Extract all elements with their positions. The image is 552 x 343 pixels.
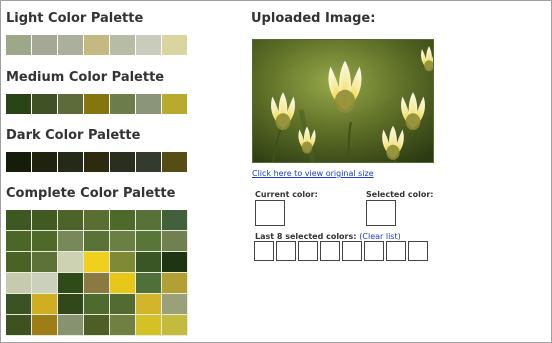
complete-palette-swatch[interactable] bbox=[32, 273, 58, 294]
dark-palette-section: Dark Color Palette bbox=[6, 128, 188, 172]
light-palette-swatch[interactable] bbox=[58, 35, 84, 55]
recent-color-slot[interactable] bbox=[298, 241, 318, 261]
complete-palette-swatch[interactable] bbox=[58, 294, 84, 315]
last-selected-colors-label: Last 8 selected colors: (Clear list) bbox=[255, 232, 401, 241]
complete-palette-swatch[interactable] bbox=[110, 252, 136, 273]
complete-palette-swatch[interactable] bbox=[162, 210, 188, 231]
selected-color-box bbox=[366, 200, 396, 226]
complete-palette-swatch[interactable] bbox=[162, 273, 188, 294]
light-palette-swatch[interactable] bbox=[162, 35, 188, 55]
dark-palette-swatch[interactable] bbox=[84, 152, 110, 172]
recent-color-slot[interactable] bbox=[386, 241, 406, 261]
medium-palette-swatch[interactable] bbox=[84, 94, 110, 114]
medium-palette-swatch[interactable] bbox=[162, 94, 188, 114]
complete-palette-swatch[interactable] bbox=[84, 231, 110, 252]
medium-palette-title: Medium Color Palette bbox=[6, 70, 165, 85]
complete-palette-swatch[interactable] bbox=[58, 315, 84, 336]
complete-palette-swatch[interactable] bbox=[6, 252, 32, 273]
complete-palette-swatch[interactable] bbox=[136, 273, 162, 294]
complete-palette-swatch[interactable] bbox=[162, 294, 188, 315]
recent-color-slot[interactable] bbox=[364, 241, 384, 261]
complete-palette-swatch[interactable] bbox=[32, 294, 58, 315]
complete-palette-swatch[interactable] bbox=[110, 294, 136, 315]
medium-palette-section: Medium Color Palette bbox=[6, 70, 188, 114]
light-palette-swatch[interactable] bbox=[32, 35, 58, 55]
complete-palette-swatch[interactable] bbox=[58, 210, 84, 231]
light-palette-title: Light Color Palette bbox=[6, 11, 144, 26]
complete-palette-swatch[interactable] bbox=[110, 273, 136, 294]
complete-palette-swatch[interactable] bbox=[32, 231, 58, 252]
complete-palette-swatch[interactable] bbox=[110, 210, 136, 231]
selected-color-label: Selected color: bbox=[366, 190, 434, 199]
uploaded-image[interactable] bbox=[252, 39, 434, 163]
medium-palette-row bbox=[6, 94, 188, 114]
recent-color-slot[interactable] bbox=[276, 241, 296, 261]
complete-palette-swatch[interactable] bbox=[136, 252, 162, 273]
recent-color-slot[interactable] bbox=[342, 241, 362, 261]
light-palette-swatch[interactable] bbox=[6, 35, 32, 55]
complete-palette-section: Complete Color Palette bbox=[6, 186, 188, 336]
dark-palette-title: Dark Color Palette bbox=[6, 128, 141, 143]
complete-palette-swatch[interactable] bbox=[162, 315, 188, 336]
complete-palette-swatch[interactable] bbox=[6, 273, 32, 294]
light-palette-swatch[interactable] bbox=[136, 35, 162, 55]
medium-palette-swatch[interactable] bbox=[136, 94, 162, 114]
complete-palette-swatch[interactable] bbox=[84, 210, 110, 231]
complete-palette-swatch[interactable] bbox=[136, 231, 162, 252]
dark-palette-swatch[interactable] bbox=[136, 152, 162, 172]
last-selected-colors-text: Last 8 selected colors: bbox=[255, 232, 357, 241]
recent-color-slot[interactable] bbox=[408, 241, 428, 261]
last-selected-colors-slots bbox=[254, 241, 430, 261]
complete-palette-swatch[interactable] bbox=[6, 315, 32, 336]
complete-palette-swatch[interactable] bbox=[58, 252, 84, 273]
light-palette-row bbox=[6, 35, 188, 55]
medium-palette-swatch[interactable] bbox=[58, 94, 84, 114]
dark-palette-swatch[interactable] bbox=[32, 152, 58, 172]
complete-palette-swatch[interactable] bbox=[32, 210, 58, 231]
page-frame: Light Color Palette Medium Color Palette… bbox=[0, 0, 552, 343]
dark-palette-swatch[interactable] bbox=[110, 152, 136, 172]
medium-palette-swatch[interactable] bbox=[6, 94, 32, 114]
medium-palette-swatch[interactable] bbox=[110, 94, 136, 114]
complete-palette-swatch[interactable] bbox=[84, 315, 110, 336]
complete-palette-grid bbox=[6, 210, 188, 336]
complete-palette-swatch[interactable] bbox=[84, 273, 110, 294]
complete-palette-swatch[interactable] bbox=[162, 231, 188, 252]
complete-palette-swatch[interactable] bbox=[6, 231, 32, 252]
complete-palette-swatch[interactable] bbox=[58, 273, 84, 294]
uploaded-image-title: Uploaded Image: bbox=[251, 11, 376, 26]
current-color-box bbox=[255, 200, 285, 226]
complete-palette-swatch[interactable] bbox=[110, 231, 136, 252]
complete-palette-swatch[interactable] bbox=[136, 210, 162, 231]
recent-color-slot[interactable] bbox=[254, 241, 274, 261]
current-color-label: Current color: bbox=[255, 190, 318, 199]
complete-palette-swatch[interactable] bbox=[58, 231, 84, 252]
dark-palette-swatch[interactable] bbox=[58, 152, 84, 172]
complete-palette-swatch[interactable] bbox=[136, 294, 162, 315]
light-palette-swatch[interactable] bbox=[84, 35, 110, 55]
complete-palette-swatch[interactable] bbox=[84, 294, 110, 315]
dark-palette-row bbox=[6, 152, 188, 172]
view-original-link[interactable]: Click here to view original size bbox=[252, 169, 374, 178]
complete-palette-swatch[interactable] bbox=[84, 252, 110, 273]
light-palette-swatch[interactable] bbox=[110, 35, 136, 55]
complete-palette-swatch[interactable] bbox=[6, 294, 32, 315]
complete-palette-swatch[interactable] bbox=[162, 252, 188, 273]
upload-panel: Uploaded Image: Click here to view origi… bbox=[251, 11, 541, 261]
complete-palette-swatch[interactable] bbox=[32, 252, 58, 273]
complete-palette-title: Complete Color Palette bbox=[6, 186, 176, 201]
recent-color-slot[interactable] bbox=[320, 241, 340, 261]
complete-palette-swatch[interactable] bbox=[110, 315, 136, 336]
complete-palette-swatch[interactable] bbox=[136, 315, 162, 336]
complete-palette-swatch[interactable] bbox=[6, 210, 32, 231]
medium-palette-swatch[interactable] bbox=[32, 94, 58, 114]
dark-palette-swatch[interactable] bbox=[6, 152, 32, 172]
clear-list-link[interactable]: (Clear list) bbox=[359, 232, 400, 241]
dark-palette-swatch[interactable] bbox=[162, 152, 188, 172]
complete-palette-swatch[interactable] bbox=[32, 315, 58, 336]
light-palette-section: Light Color Palette bbox=[6, 11, 188, 55]
